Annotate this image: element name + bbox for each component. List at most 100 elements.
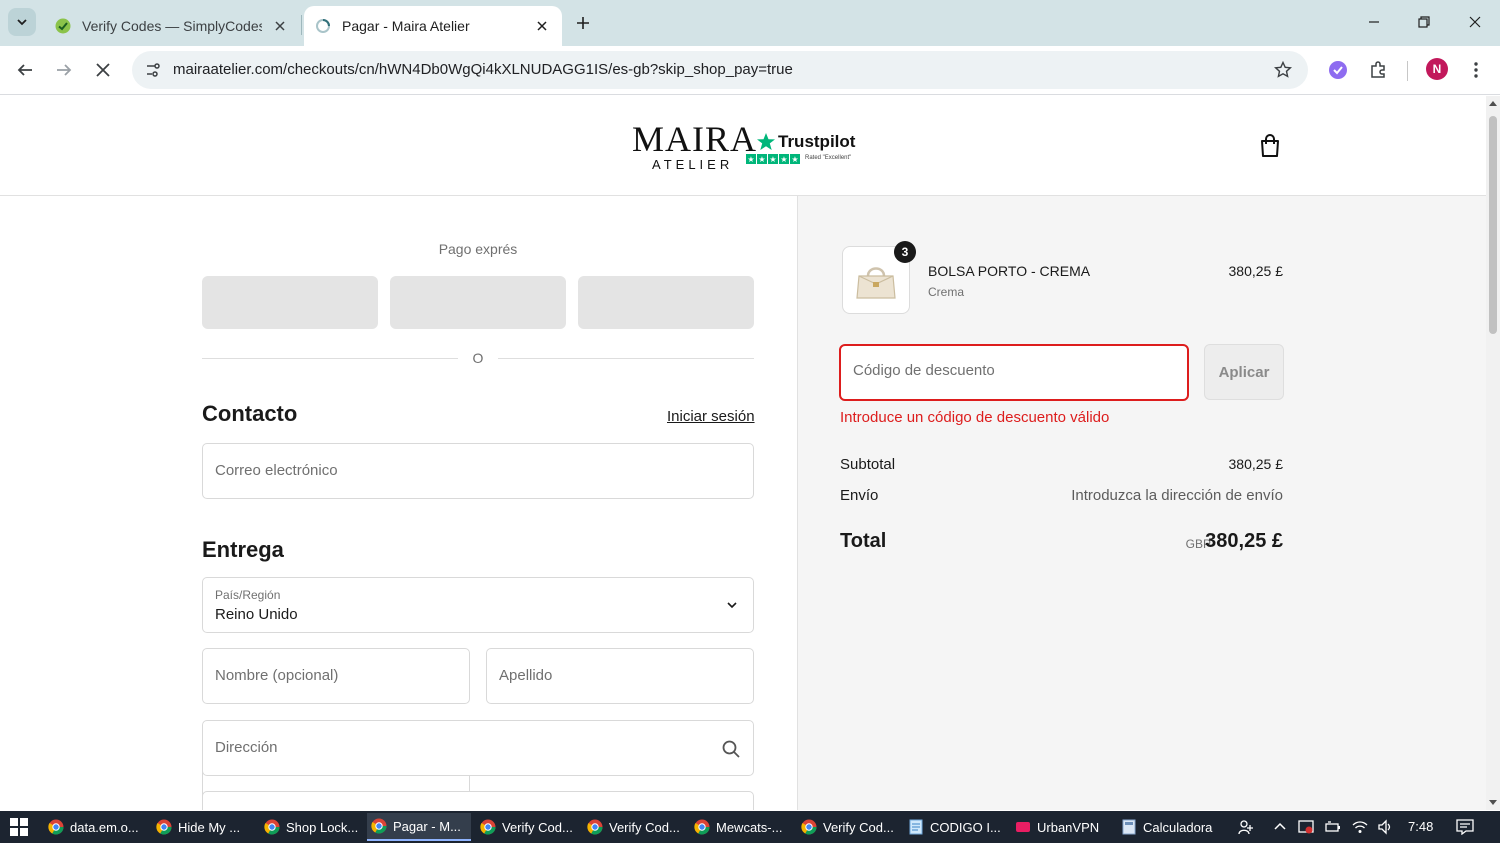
star-icon: ★	[768, 154, 778, 164]
restore-button[interactable]	[1409, 8, 1439, 36]
product-price: 380,25 £	[1228, 263, 1284, 279]
taskbar-app[interactable]: Mewcats-...	[690, 813, 794, 841]
wifi-icon[interactable]	[1352, 819, 1368, 835]
cart-button[interactable]	[1256, 132, 1284, 160]
or-divider-text: O	[472, 350, 484, 366]
taskbar-app[interactable]: Verify Cod...	[583, 813, 687, 841]
urbanvpn-icon	[1015, 819, 1031, 835]
scroll-up-icon[interactable]	[1489, 100, 1497, 108]
total-label: Total	[840, 530, 887, 552]
star-icon: ★	[790, 154, 800, 164]
address-bar[interactable]: mairaatelier.com/checkouts/cn/hWN4Db0WgQ…	[132, 51, 1308, 89]
checkout-form: Pago exprés O Contacto Iniciar sesión Co…	[0, 196, 797, 810]
start-button[interactable]	[6, 817, 32, 837]
plus-icon	[577, 17, 589, 29]
trustpilot-stars: ★ ★ ★ ★ ★	[746, 154, 800, 164]
express-pay-button-3[interactable]	[578, 276, 754, 329]
new-tab-button[interactable]	[570, 10, 596, 36]
battery-icon[interactable]	[1325, 819, 1341, 835]
close-icon[interactable]	[270, 16, 290, 36]
taskbar-app[interactable]: Verify Cod...	[476, 813, 580, 841]
taskbar-app[interactable]: data.em.o...	[44, 813, 148, 841]
address-input[interactable]: Dirección	[202, 720, 754, 776]
chevron-up-icon[interactable]	[1272, 819, 1288, 835]
arrow-right-icon	[57, 64, 72, 76]
stop-loading-button[interactable]	[88, 56, 118, 84]
discount-code-input[interactable]	[853, 362, 1173, 379]
contact-heading: Contacto	[202, 401, 298, 426]
extensions-menu-button[interactable]	[1363, 56, 1393, 84]
url-text: mairaatelier.com/checkouts/cn/hWN4Db0WgQ…	[173, 61, 793, 78]
divider-line	[202, 358, 458, 359]
taskbar-app[interactable]: Pagar - M...	[367, 813, 471, 841]
people-icon[interactable]	[1238, 819, 1254, 835]
first-name-input[interactable]: Nombre (opcional)	[202, 648, 470, 704]
windows-taskbar: data.em.o... Hide My ... Shop Lock... Pagar…	[0, 811, 1500, 843]
taskbar-app[interactable]: CODIGO I...	[904, 813, 1008, 841]
antivirus-icon[interactable]	[1298, 819, 1314, 835]
chrome-icon	[156, 819, 172, 835]
taskbar-app-label: UrbanVPN	[1037, 819, 1100, 835]
taskbar-app[interactable]: Calculadora	[1117, 813, 1217, 841]
browser-menu-button[interactable]	[1461, 56, 1491, 84]
extension-logo-icon	[1329, 61, 1347, 79]
discount-error-message: Introduce un código de descuento válido	[840, 409, 1110, 426]
chrome-icon	[371, 818, 387, 834]
taskbar-app[interactable]: Hide My ...	[152, 813, 256, 841]
chrome-icon	[264, 819, 280, 835]
close-window-button[interactable]	[1460, 8, 1490, 36]
tab-search-button[interactable]	[8, 8, 36, 36]
profile-avatar[interactable]: N	[1426, 58, 1448, 80]
page-scrollbar[interactable]	[1486, 96, 1500, 810]
taskbar-app-label: Calculadora	[1143, 819, 1213, 835]
volume-icon[interactable]	[1377, 819, 1393, 835]
taskbar-app[interactable]: Shop Lock...	[260, 813, 364, 841]
country-label: País/Región	[215, 588, 281, 602]
express-pay-button-2[interactable]	[390, 276, 566, 329]
site-info-icon[interactable]	[140, 57, 166, 83]
country-value: Reino Unido	[215, 606, 298, 623]
chrome-icon	[480, 819, 496, 835]
tab-strip: Verify Codes — SimplyCodes Pagar - Maira…	[0, 0, 1500, 46]
notifications-icon[interactable]	[1456, 819, 1474, 835]
next-field[interactable]	[202, 791, 754, 810]
last-name-input[interactable]: Apellido	[486, 648, 754, 704]
taskbar-app[interactable]: UrbanVPN	[1011, 813, 1111, 841]
scrollbar-thumb[interactable]	[1489, 116, 1497, 334]
minimize-button[interactable]	[1359, 8, 1389, 36]
logo-wordmark[interactable]: MAIRA	[632, 118, 757, 160]
tab-title: Verify Codes — SimplyCodes	[82, 18, 262, 34]
tab-maira-atelier[interactable]: Pagar - Maira Atelier	[304, 6, 562, 46]
discount-code-field[interactable]	[839, 344, 1189, 401]
trustpilot-rated-text: Rated "Excellent"	[805, 155, 852, 161]
close-icon[interactable]	[532, 16, 552, 36]
scroll-down-icon[interactable]	[1489, 798, 1497, 806]
star-icon: ★	[757, 154, 767, 164]
order-summary: 3 BOLSA PORTO - CREMA Crema 380,25 £ Apl…	[797, 196, 1486, 810]
tab-simplycodes[interactable]: Verify Codes — SimplyCodes	[44, 6, 300, 46]
minimize-icon	[1369, 21, 1379, 23]
express-pay-button-1[interactable]	[202, 276, 378, 329]
taskbar-app-label: CODIGO I...	[930, 819, 1001, 835]
taskbar-clock[interactable]: 7:48	[1408, 819, 1433, 834]
taskbar-app-label: data.em.o...	[70, 819, 139, 835]
address-placeholder: Dirección	[215, 739, 278, 756]
country-select[interactable]: País/Región Reino Unido	[202, 577, 754, 633]
shipping-value: Introduzca la dirección de envío	[1071, 487, 1283, 504]
toolbar-divider	[1407, 61, 1408, 81]
apply-discount-button[interactable]: Aplicar	[1204, 344, 1284, 400]
forward-button[interactable]	[49, 56, 79, 84]
taskbar-app[interactable]: Verify Cod...	[797, 813, 901, 841]
back-button[interactable]	[10, 56, 40, 84]
puzzle-icon	[1371, 61, 1385, 78]
taskbar-app-label: Hide My ...	[178, 819, 241, 835]
sign-in-link[interactable]: Iniciar sesión	[667, 408, 755, 425]
shipping-label: Envío	[840, 487, 879, 504]
delivery-heading: Entrega	[202, 537, 284, 562]
extension-button[interactable]	[1323, 56, 1353, 84]
calculator-icon	[1121, 819, 1137, 835]
bookmark-star-icon[interactable]	[1272, 59, 1294, 81]
arrow-left-icon	[17, 64, 32, 76]
divider-line	[498, 358, 754, 359]
email-field[interactable]: Correo electrónico	[202, 443, 754, 499]
